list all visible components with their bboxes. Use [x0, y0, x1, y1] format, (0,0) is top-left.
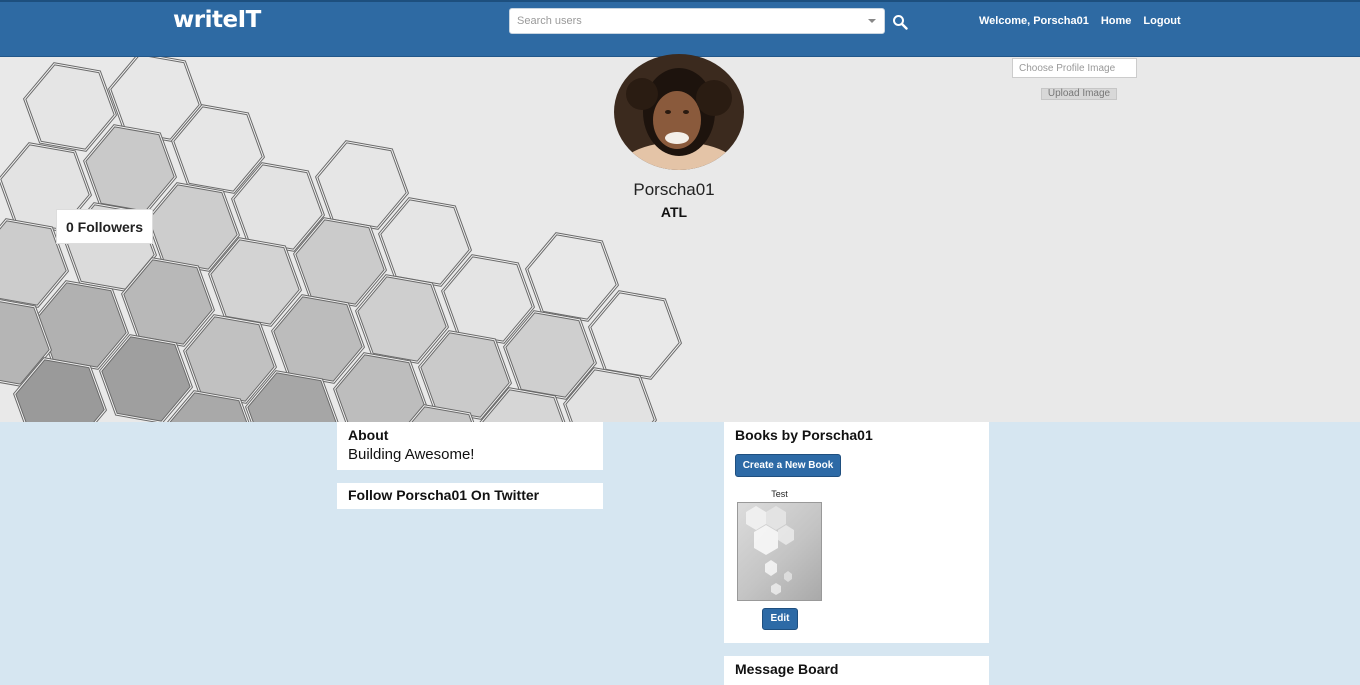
profile-location: ATL — [660, 204, 688, 220]
nav-links: Welcome, Porscha01 Home Logout — [979, 15, 1181, 27]
book-cover[interactable] — [737, 502, 822, 601]
twitter-title[interactable]: Follow Porscha01 On Twitter — [348, 487, 592, 503]
upload-image-button[interactable]: Upload Image — [1041, 88, 1117, 100]
home-link[interactable]: Home — [1101, 15, 1132, 27]
logout-link[interactable]: Logout — [1143, 15, 1180, 27]
welcome-link[interactable]: Welcome, Porscha01 — [979, 15, 1089, 27]
book-title: Test — [771, 489, 788, 499]
books-card: Books by Porscha01 Create a New Book Tes… — [724, 422, 989, 643]
books-title: Books by Porscha01 — [735, 427, 873, 443]
edit-book-button[interactable]: Edit — [762, 608, 798, 630]
search-input[interactable] — [517, 10, 857, 32]
choose-profile-image-input[interactable]: Choose Profile Image — [1012, 58, 1137, 78]
about-text: Building Awesome! — [348, 446, 475, 463]
twitter-card: Follow Porscha01 On Twitter — [337, 483, 603, 509]
search-icon[interactable] — [892, 14, 908, 30]
top-navbar: writeIT Welcome, Porscha01 Home Logout — [0, 0, 1360, 57]
message-board-title: Message Board — [735, 661, 839, 677]
create-new-book-button[interactable]: Create a New Book — [735, 454, 841, 477]
message-board-card: Message Board — [724, 656, 989, 685]
user-search-box[interactable] — [509, 8, 885, 34]
chevron-down-icon[interactable] — [868, 19, 876, 23]
about-card: About Building Awesome! — [337, 422, 603, 470]
brand-logo[interactable]: writeIT — [173, 7, 261, 33]
profile-username: Porscha01 — [633, 180, 715, 199]
about-title: About — [348, 427, 389, 443]
profile-avatar — [614, 54, 744, 170]
followers-count[interactable]: 0 Followers — [56, 209, 153, 244]
